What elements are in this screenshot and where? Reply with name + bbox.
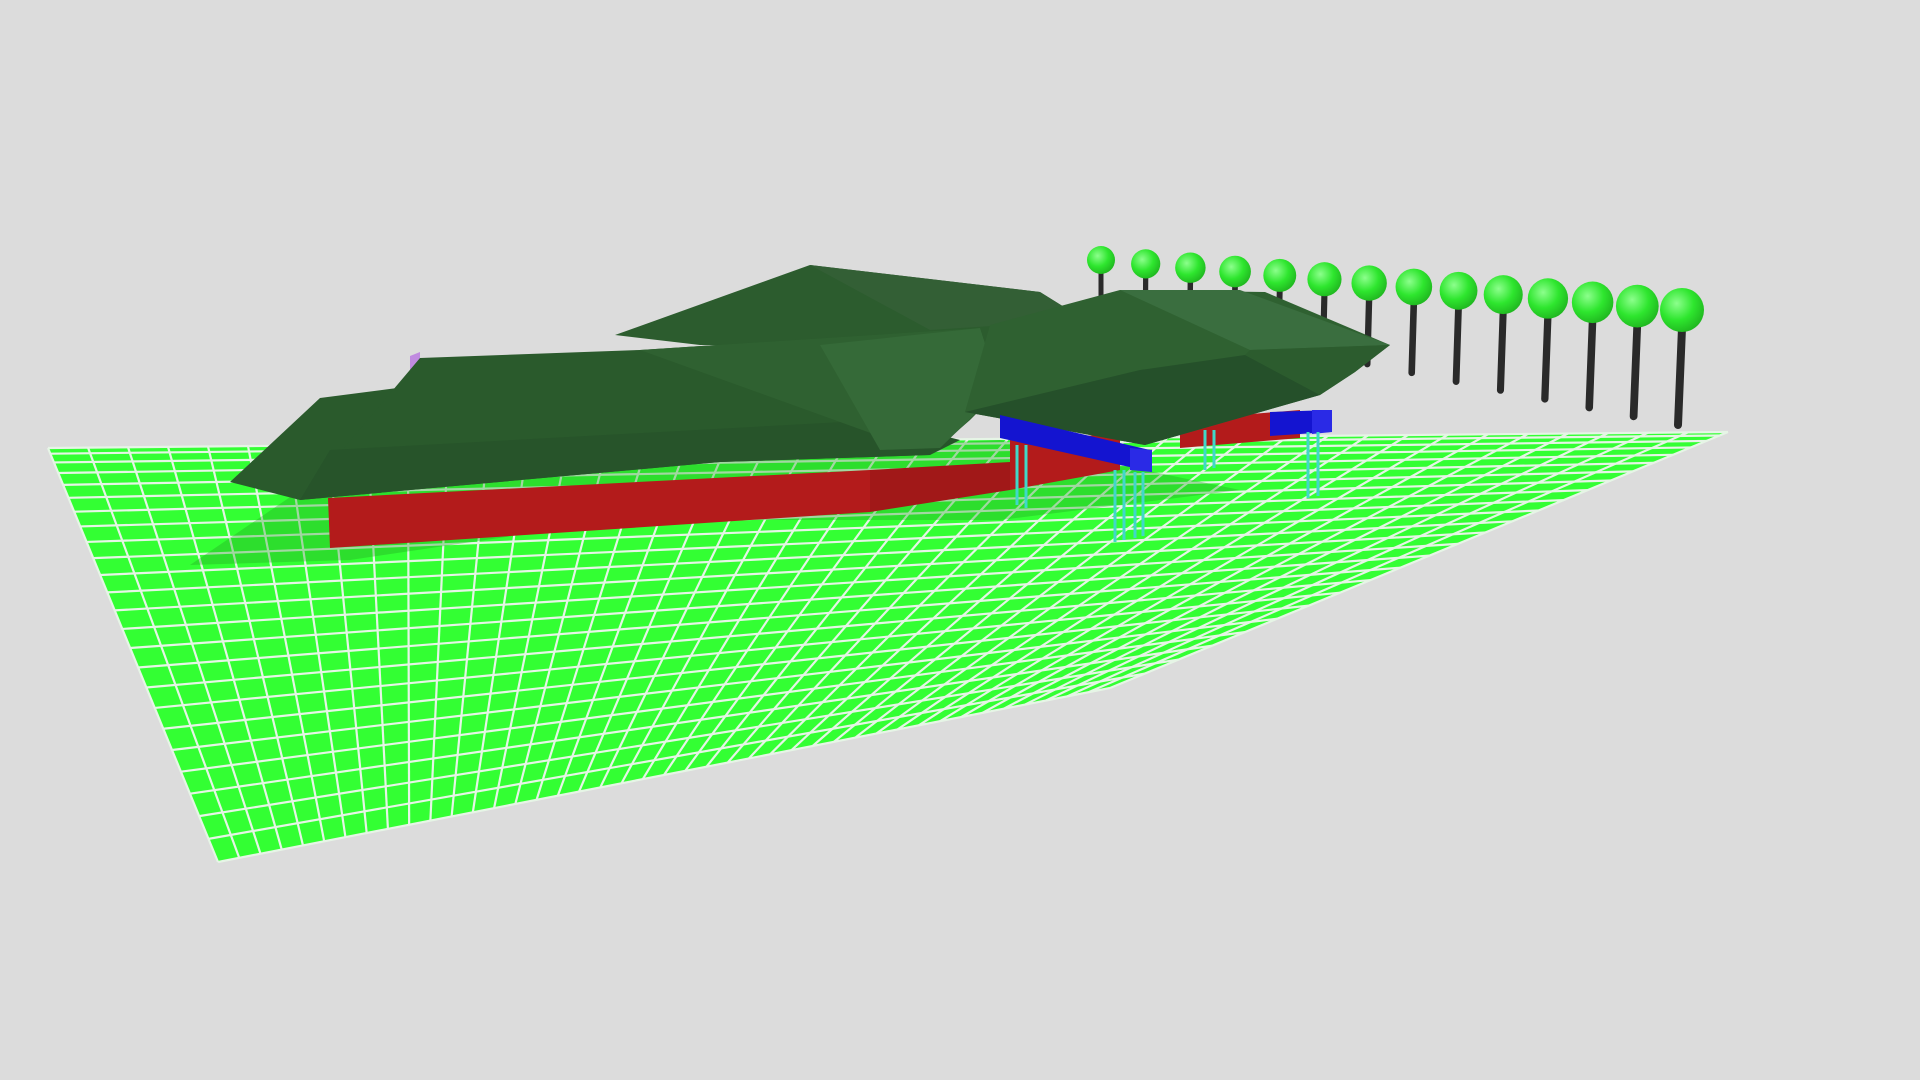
tree-canopy	[1175, 252, 1206, 283]
beam-front-end	[1130, 448, 1152, 472]
tree-canopy	[1307, 262, 1342, 297]
tree-trunk	[1408, 297, 1418, 377]
tree	[1483, 275, 1523, 394]
tree-trunk	[1674, 324, 1686, 429]
tree-canopy	[1483, 275, 1523, 315]
3d-scene[interactable]	[0, 0, 1920, 1080]
tree-canopy	[1219, 255, 1251, 288]
3d-viewport[interactable]	[0, 0, 1920, 1080]
tree-trunk	[1496, 306, 1507, 394]
tree-canopy	[1087, 246, 1115, 274]
tree-trunk	[1541, 310, 1552, 403]
tree-canopy	[1395, 268, 1433, 306]
tree-canopy	[1571, 281, 1614, 324]
tree	[1527, 278, 1569, 403]
tree-canopy	[1351, 265, 1387, 301]
tree	[1660, 288, 1704, 429]
tree	[1571, 281, 1614, 412]
tree	[1615, 284, 1659, 421]
tree-canopy	[1439, 271, 1478, 310]
tree-canopy	[1660, 288, 1704, 332]
tree-trunk	[1585, 315, 1597, 412]
tree-canopy	[1131, 249, 1161, 279]
tree-trunk	[1452, 302, 1462, 385]
tree	[1395, 268, 1433, 377]
tree-canopy	[1263, 258, 1297, 292]
beam-right-end	[1312, 410, 1332, 434]
tree-canopy	[1615, 284, 1659, 328]
tree-canopy	[1527, 278, 1569, 319]
tree-trunk	[1629, 319, 1642, 421]
tree	[1439, 271, 1478, 385]
